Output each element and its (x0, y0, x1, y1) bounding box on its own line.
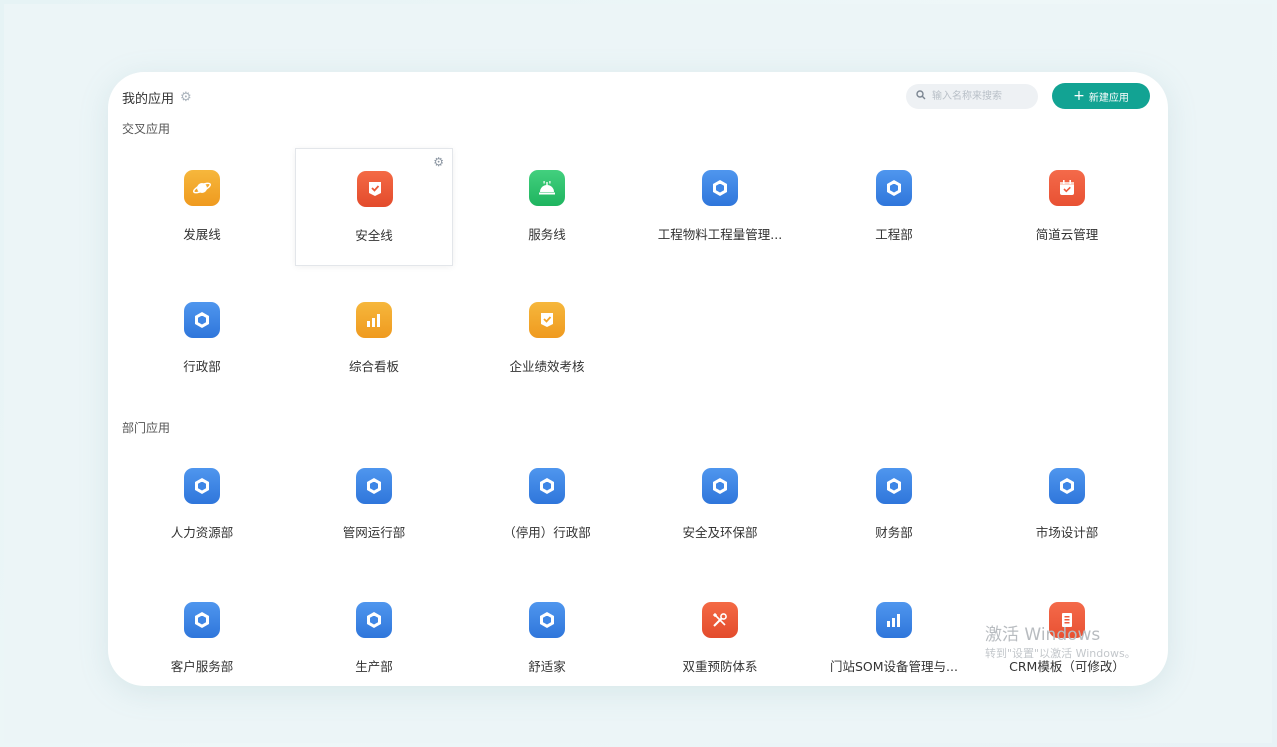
page-title-text: 我的应用 (122, 92, 175, 107)
app-tile-tingyong-xingzheng[interactable]: （停用）行政部 (468, 446, 626, 564)
hexagon-icon (702, 468, 738, 504)
app-label: 人力资源部 (170, 525, 234, 540)
app-label: 服务线 (528, 227, 566, 242)
app-tile-guanwang[interactable]: 管网运行部 (295, 446, 453, 564)
app-label: （停用）行政部 (503, 525, 591, 540)
app-tile-anquan-huanbao[interactable]: 安全及环保部 (641, 446, 799, 564)
app-tile-fuwuxian[interactable]: 服务线 (468, 148, 626, 266)
bar-chart-icon (356, 302, 392, 338)
app-label: 工程物料工程量管理... (657, 227, 783, 242)
check-badge-icon (529, 302, 565, 338)
app-tile-zonghe-kanban[interactable]: 综合看板 (295, 280, 453, 398)
app-settings-gear-icon[interactable]: ⚙ (433, 155, 444, 169)
hexagon-icon (702, 170, 738, 206)
hexagon-icon (876, 170, 912, 206)
app-label: 综合看板 (348, 359, 399, 374)
app-tile-kehu[interactable]: 客户服务部 (123, 580, 281, 698)
app-label: 安全及环保部 (682, 525, 758, 540)
windows-activation-watermark: 激活 Windows (985, 625, 1101, 645)
section-label-cross: 交叉应用 (122, 122, 171, 136)
hexagon-icon (529, 468, 565, 504)
hexagon-icon (356, 602, 392, 638)
service-bell-icon (529, 170, 565, 206)
app-tile-jiandaoyun[interactable]: 简道云管理 (988, 148, 1146, 266)
app-label: 发展线 (183, 227, 221, 242)
calendar-icon (1049, 170, 1085, 206)
hexagon-icon (184, 602, 220, 638)
app-label: 财务部 (875, 525, 913, 540)
app-label: 管网运行部 (342, 525, 406, 540)
app-label: 生产部 (355, 659, 393, 674)
hexagon-icon (529, 602, 565, 638)
search-input[interactable] (930, 90, 1034, 103)
hexagon-icon (1049, 468, 1085, 504)
my-apps-panel: 我的应用 ⚙ + 新建应用 交叉应用 发展线 ⚙ 安全线 服务线 工程物料工程量… (108, 72, 1168, 686)
app-tile-shengchan[interactable]: 生产部 (295, 580, 453, 698)
app-tile-gongchengbu[interactable]: 工程部 (815, 148, 973, 266)
app-tile-shuangchong[interactable]: 双重预防体系 (641, 580, 799, 698)
app-tile-xingzhengbu[interactable]: 行政部 (123, 280, 281, 398)
app-label: 门站SOM设备管理与... (830, 659, 958, 674)
planet-icon (184, 170, 220, 206)
search-icon (916, 90, 926, 103)
app-tile-anquanxian[interactable]: ⚙ 安全线 (295, 148, 453, 266)
settings-gear-icon[interactable]: ⚙ (180, 90, 192, 105)
check-badge-icon (357, 171, 393, 207)
app-tile-renli[interactable]: 人力资源部 (123, 446, 281, 564)
tools-icon (702, 602, 738, 638)
app-label: 企业绩效考核 (509, 359, 585, 374)
new-app-button[interactable]: + 新建应用 (1052, 83, 1150, 109)
app-tile-caiwu[interactable]: 财务部 (815, 446, 973, 564)
hexagon-icon (184, 468, 220, 504)
app-label: 行政部 (183, 359, 221, 374)
app-label: 舒适家 (528, 659, 566, 674)
app-tile-gongcheng-wuliao[interactable]: 工程物料工程量管理... (641, 148, 799, 266)
app-tile-shichang[interactable]: 市场设计部 (988, 446, 1146, 564)
app-label: 工程部 (875, 227, 913, 242)
app-label: 市场设计部 (1035, 525, 1099, 540)
app-label: 双重预防体系 (682, 659, 758, 674)
bar-chart-icon (876, 602, 912, 638)
plus-icon: + (1073, 88, 1085, 104)
windows-activation-subtext: 转到"设置"以激活 Windows。 (985, 647, 1136, 660)
hexagon-icon (356, 468, 392, 504)
app-tile-fazhanxian[interactable]: 发展线 (123, 148, 281, 266)
app-label: 安全线 (355, 228, 393, 243)
hexagon-icon (184, 302, 220, 338)
search-box[interactable] (906, 84, 1038, 109)
new-app-label: 新建应用 (1088, 92, 1129, 104)
page-title: 我的应用 ⚙ (122, 88, 192, 107)
app-tile-menzhan-som[interactable]: 门站SOM设备管理与... (815, 580, 973, 698)
app-label: 简道云管理 (1035, 227, 1099, 242)
app-label: 客户服务部 (170, 659, 234, 674)
hexagon-icon (876, 468, 912, 504)
app-tile-jixiao-kaohe[interactable]: 企业绩效考核 (468, 280, 626, 398)
app-tile-shushijia[interactable]: 舒适家 (468, 580, 626, 698)
section-label-dept: 部门应用 (122, 421, 171, 435)
